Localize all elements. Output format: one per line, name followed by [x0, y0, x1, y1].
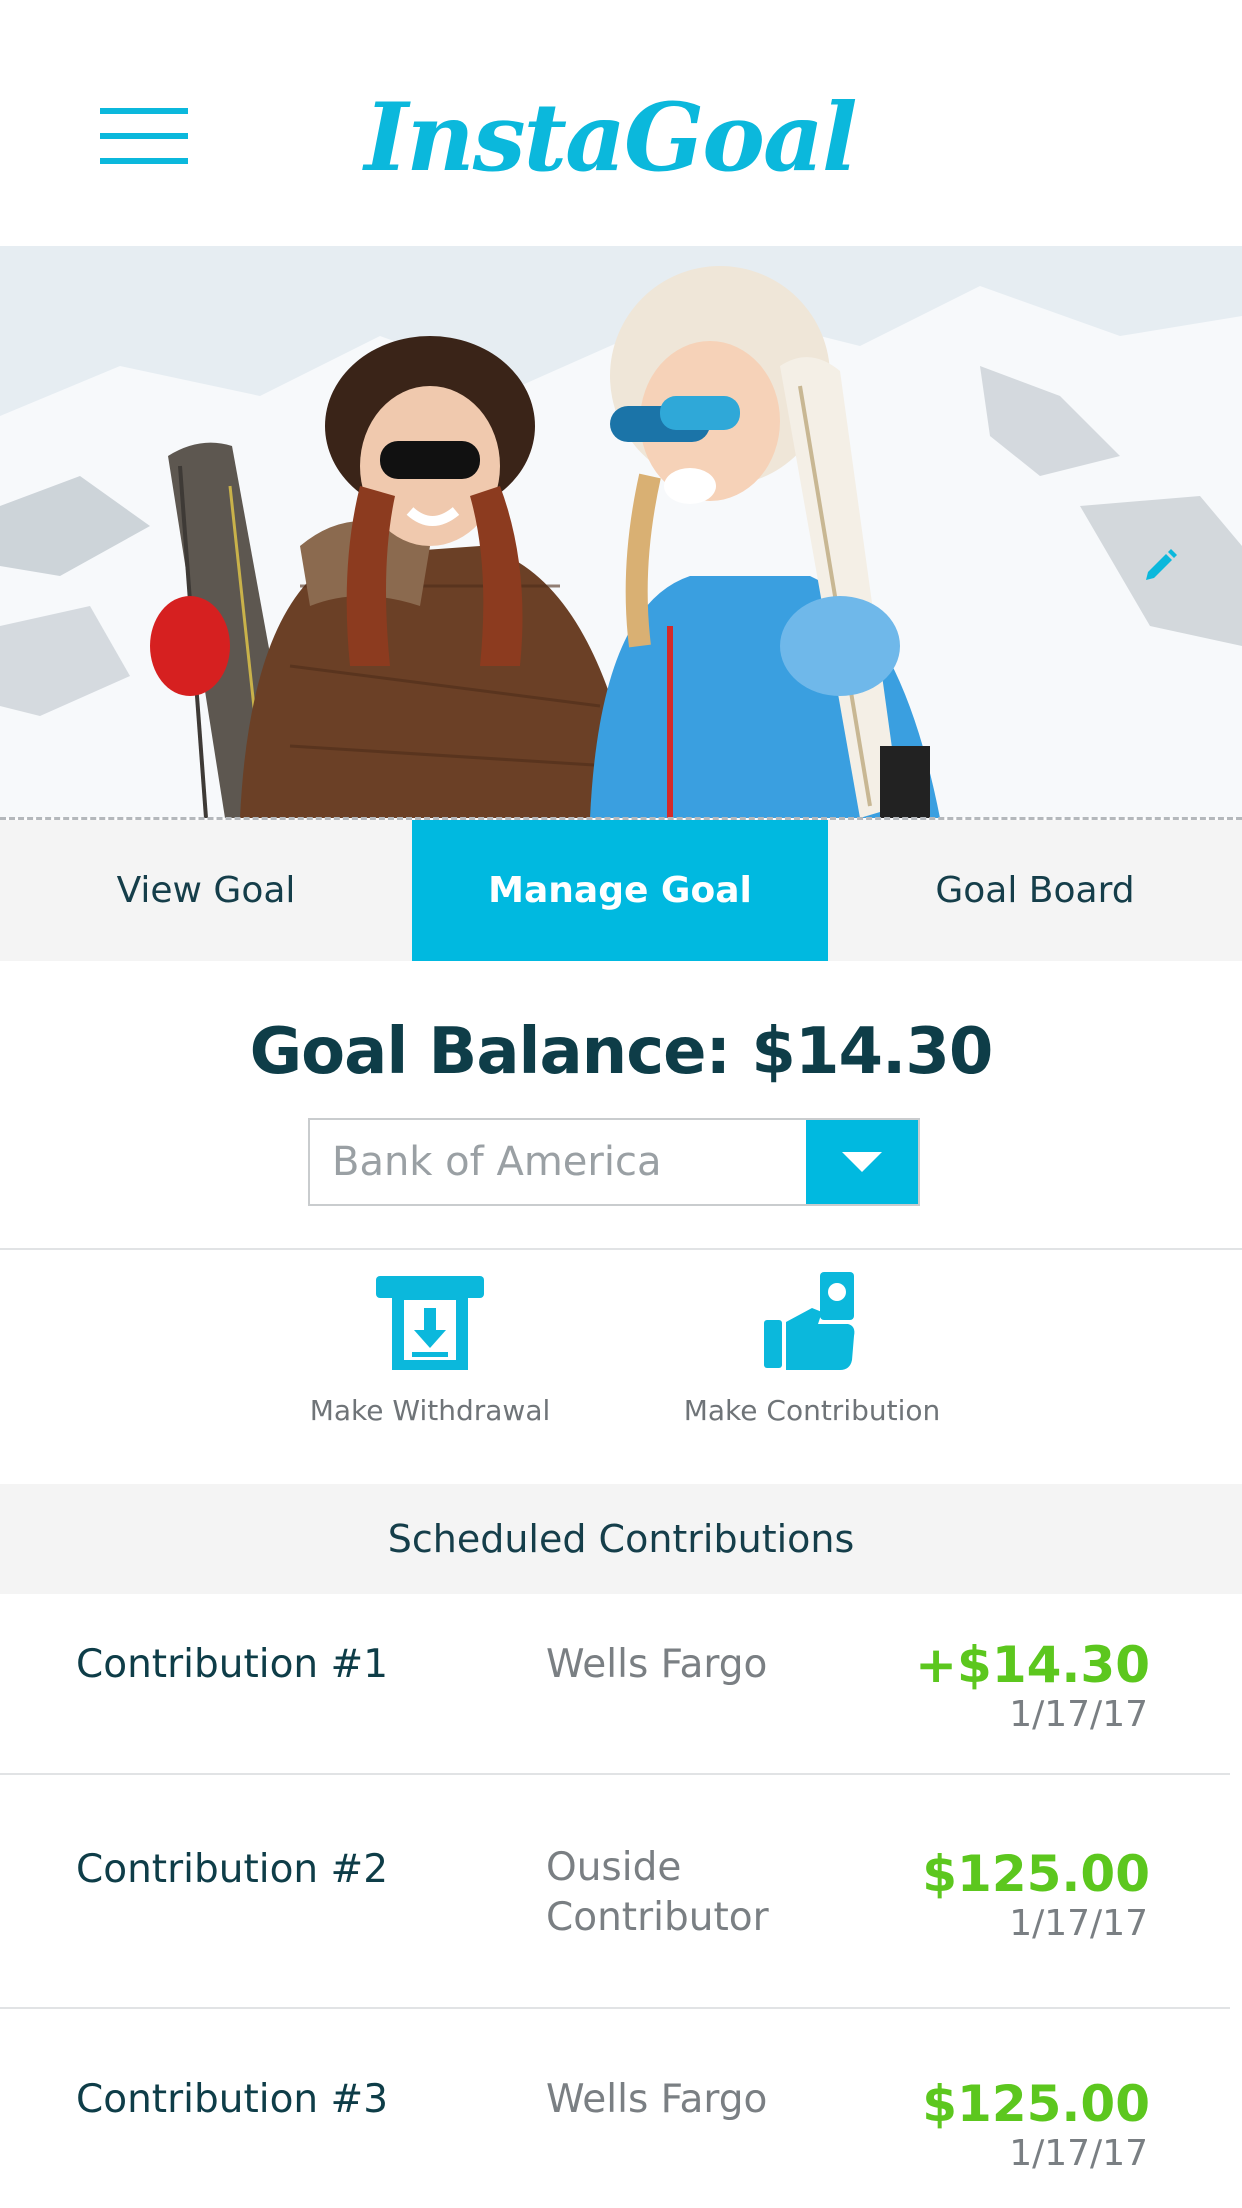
account-select[interactable]: Bank of America	[308, 1118, 920, 1206]
app-logo: InstaGoal	[364, 83, 857, 193]
account-select-value: Bank of America	[332, 1139, 662, 1185]
contribution-row[interactable]: Contribution #3 Wells Fargo $125.00 1/17…	[0, 2009, 1242, 2208]
contribution-name: Contribution #2	[76, 1847, 389, 1892]
contribution-date: 1/17/17	[1009, 1903, 1148, 1944]
make-withdrawal-label: Make Withdrawal	[309, 1394, 551, 1427]
make-contribution-label: Make Contribution	[683, 1394, 941, 1427]
edit-cover-button[interactable]	[1140, 546, 1180, 586]
tab-manage-goal[interactable]: Manage Goal	[412, 820, 828, 961]
contribution-amount: $125.00	[922, 1845, 1150, 1903]
contribution-name: Contribution #1	[76, 1642, 389, 1687]
tab-goal-board[interactable]: Goal Board	[828, 820, 1242, 961]
skiers-photo	[0, 246, 1242, 818]
app-header: InstaGoal	[0, 0, 1242, 246]
contribution-source: Wells Fargo	[546, 1642, 768, 1687]
goal-cover-image	[0, 246, 1242, 818]
tab-view-goal[interactable]: View Goal	[0, 820, 412, 961]
goal-tabs: View Goal Manage Goal Goal Board	[0, 820, 1242, 961]
contribution-amount: +$14.30	[915, 1636, 1150, 1694]
contribution-source: Wells Fargo	[546, 2077, 768, 2122]
contribution-date: 1/17/17	[1009, 2133, 1148, 2174]
contribution-amount: $125.00	[922, 2075, 1150, 2133]
atm-withdrawal-icon	[376, 1276, 484, 1370]
contribution-name: Contribution #3	[76, 2077, 389, 2122]
make-withdrawal-button[interactable]: Make Withdrawal	[250, 1270, 610, 1427]
hand-holding-cash-icon	[764, 1272, 855, 1370]
contribution-source: Ouside Contributor	[546, 1845, 769, 1940]
contribution-row[interactable]: Contribution #2 Ouside Contributor $125.…	[0, 1775, 1242, 2007]
contribution-row[interactable]: Contribution #1 Wells Fargo +$14.30 1/17…	[0, 1594, 1242, 1774]
contribution-date: 1/17/17	[1009, 1694, 1148, 1735]
scheduled-contributions-header: Scheduled Contributions	[0, 1484, 1242, 1594]
make-contribution-button[interactable]: Make Contribution	[632, 1270, 992, 1427]
hamburger-menu-icon[interactable]	[100, 108, 188, 164]
pencil-icon	[1146, 549, 1177, 580]
caret-down-icon[interactable]	[806, 1120, 918, 1204]
goal-balance: Goal Balance: $14.30	[249, 1015, 994, 1089]
section-divider	[0, 1248, 1242, 1250]
